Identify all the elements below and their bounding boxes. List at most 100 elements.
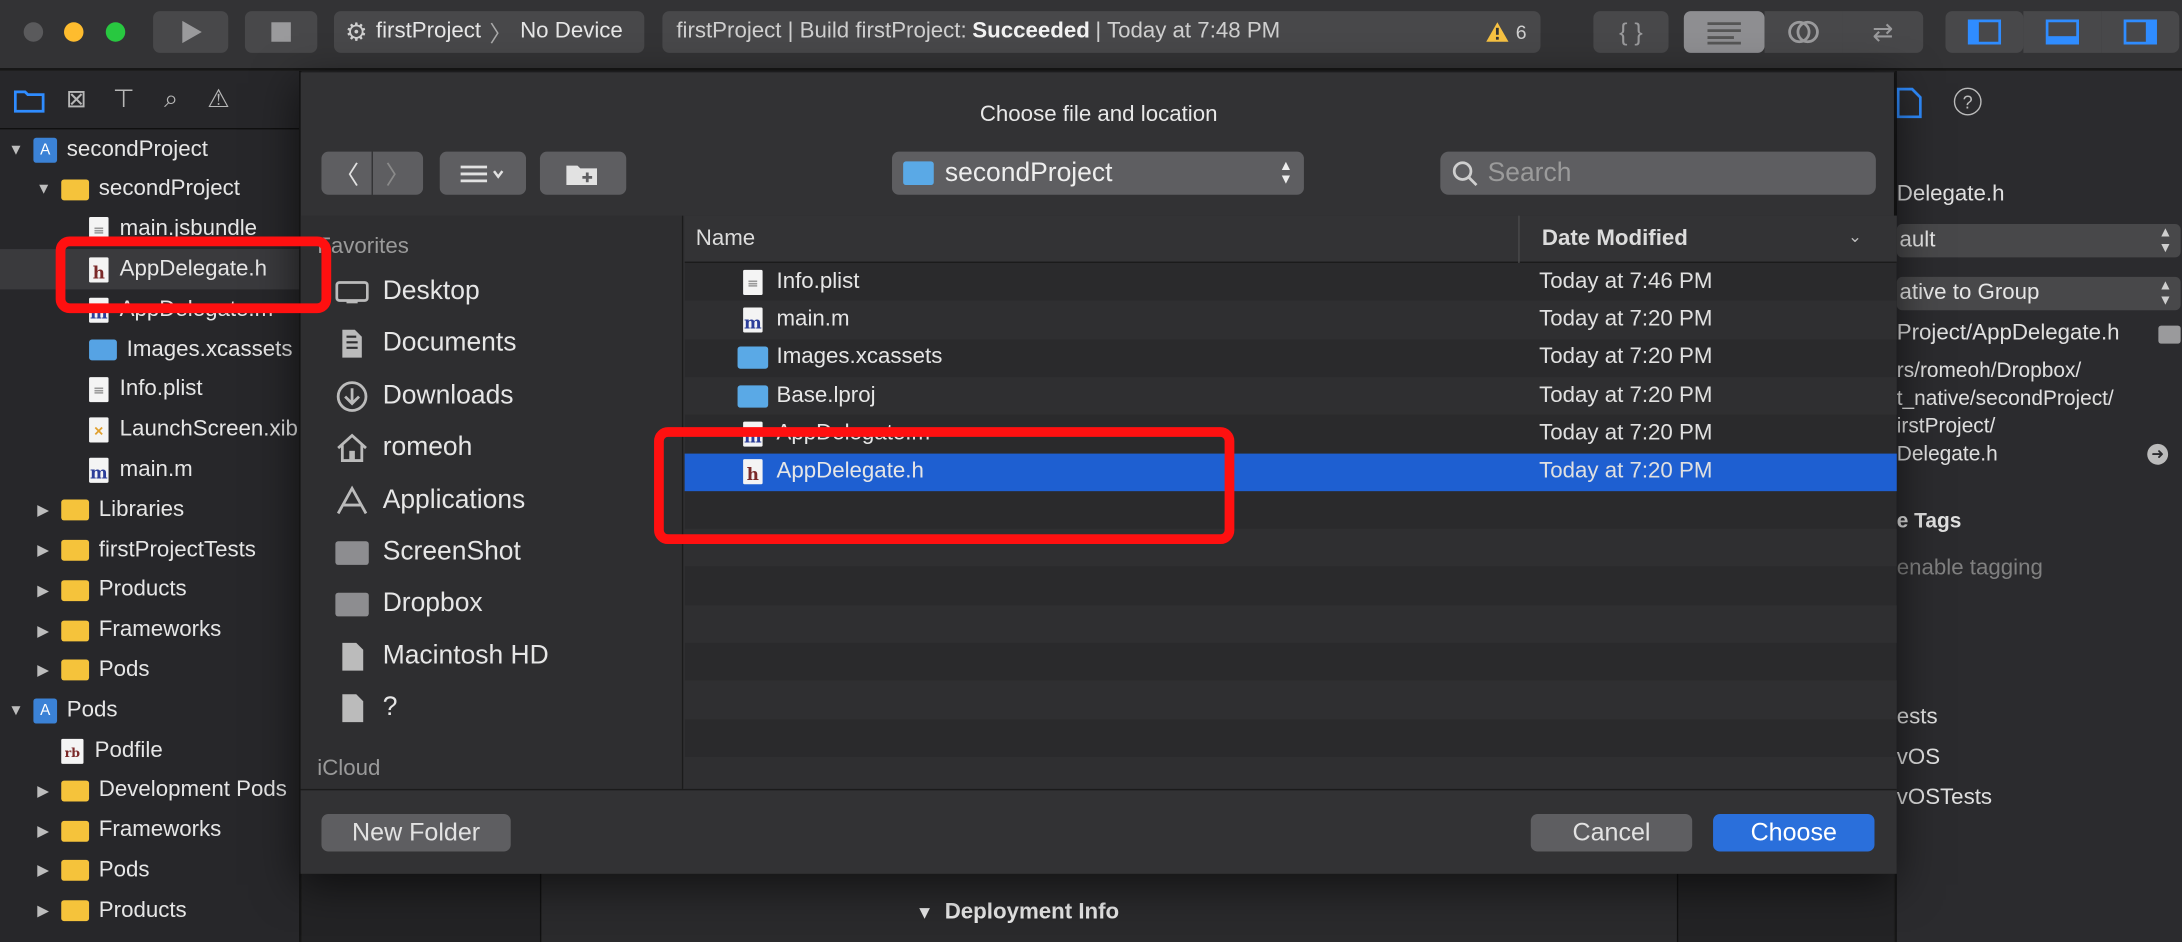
- navigator-item[interactable]: ▶ firstProjectTests: [0, 530, 301, 570]
- sidebar-item[interactable]: Documents: [334, 321, 516, 368]
- file-row[interactable]: Base.lproj Today at 7:20 PM: [684, 376, 1897, 415]
- disclosure-open-icon[interactable]: ▼: [36, 181, 51, 198]
- hierarchy-icon[interactable]: ⊤: [106, 81, 142, 117]
- inspector-full-path-2: t_native/secondProject/: [1896, 386, 2114, 411]
- inspector-target-1[interactable]: ests: [1897, 705, 1938, 730]
- file-row[interactable]: ≡ Info.plist Today at 7:46 PM: [685, 263, 1897, 301]
- disclosure-open-icon[interactable]: ▼: [8, 141, 23, 158]
- sidebar-item-label: Desktop: [382, 276, 480, 307]
- navigator-item-label: Frameworks: [98, 818, 222, 842]
- disclosure-closed-icon[interactable]: ▶: [36, 902, 50, 920]
- zoom-window-button[interactable]: [105, 22, 126, 42]
- navigator-item[interactable]: ▶ Frameworks: [0, 811, 301, 851]
- navigator-item[interactable]: ▶ Libraries: [0, 490, 301, 530]
- forward-button[interactable]: 〉: [372, 151, 424, 195]
- file-date: Today at 7:20 PM: [1539, 383, 1713, 408]
- back-button[interactable]: 〈: [321, 151, 372, 195]
- quick-help-icon[interactable]: ?: [1953, 87, 1982, 116]
- inspector-tags-placeholder[interactable]: enable tagging: [1897, 557, 2043, 582]
- disclosure-open-icon[interactable]: ▼: [8, 702, 23, 719]
- sort-chevron-icon[interactable]: ⌄: [1848, 227, 1862, 246]
- sidebar-item[interactable]: romeoh: [334, 425, 472, 472]
- sidebar-item[interactable]: ScreenShot: [334, 529, 521, 576]
- version-editor-button[interactable]: ⇄: [1842, 11, 1924, 53]
- column-name-header[interactable]: Name: [696, 227, 755, 252]
- close-window-button[interactable]: [23, 22, 44, 42]
- navigator-item[interactable]: ≡ Info.plist: [0, 370, 301, 410]
- toggle-debug-button[interactable]: [2023, 11, 2102, 53]
- updown-chevron-icon: ▲ ▼: [2158, 225, 2173, 257]
- view-options-button[interactable]: [439, 151, 527, 195]
- disclosure-closed-icon[interactable]: ▶: [36, 661, 50, 680]
- stop-button[interactable]: [244, 11, 318, 53]
- disclosure-closed-icon[interactable]: ▶: [36, 862, 50, 880]
- folder-icon: [61, 539, 90, 561]
- disclosure-closed-icon[interactable]: ▶: [36, 822, 50, 840]
- issue-icon[interactable]: ⚠: [200, 81, 236, 117]
- reveal-arrow-icon[interactable]: ➜: [2147, 443, 2169, 465]
- sidebar-item[interactable]: Macintosh HD: [334, 633, 549, 680]
- inspector-target-2[interactable]: vOS: [1897, 746, 1940, 771]
- documents-icon: [334, 328, 370, 361]
- navigator-item[interactable]: ▼ secondProject: [0, 169, 301, 209]
- search-icon[interactable]: ⌕: [153, 81, 189, 117]
- empty-row: [684, 604, 1897, 643]
- navigator-item[interactable]: ▶ Pods: [0, 650, 301, 690]
- navigator-item[interactable]: ▶ Products: [0, 891, 301, 931]
- run-button[interactable]: [153, 11, 229, 53]
- new-folder-button[interactable]: New Folder: [321, 813, 511, 852]
- file-list-header: Name Date Modified ⌄: [684, 215, 1897, 263]
- column-date-header[interactable]: Date Modified: [1542, 227, 1688, 252]
- choose-button[interactable]: Choose: [1713, 813, 1875, 852]
- new-folder-toolbar-button[interactable]: [539, 151, 627, 195]
- assistant-editor-button[interactable]: [1764, 11, 1843, 53]
- sidebar-item[interactable]: ?: [334, 685, 397, 732]
- disclosure-closed-icon[interactable]: ▶: [36, 621, 50, 640]
- cancel-button[interactable]: Cancel: [1530, 813, 1693, 852]
- sidebar-item[interactable]: Dropbox: [334, 581, 483, 628]
- location-popup[interactable]: secondProject ▲ ▼: [892, 151, 1304, 195]
- standard-editor-button[interactable]: [1683, 11, 1765, 53]
- inspector-target-3[interactable]: vOSTests: [1897, 786, 1992, 811]
- navigator-item[interactable]: m main.m: [0, 450, 301, 490]
- file-row[interactable]: Images.xcassets Today at 7:20 PM: [685, 339, 1897, 377]
- deployment-info-section[interactable]: ▼ Deployment Info: [916, 900, 1119, 925]
- disclosure-closed-icon[interactable]: ▶: [36, 782, 50, 800]
- sidebar-item[interactable]: Applications: [334, 477, 525, 524]
- scheme-selector[interactable]: ⚙ firstProject 〉 No Device: [333, 11, 645, 53]
- toggle-inspector-button[interactable]: [2101, 11, 2180, 53]
- inspector-location-select[interactable]: ative to Group ▲ ▼: [1896, 276, 2181, 311]
- navigator-item[interactable]: rb Podfile: [0, 730, 301, 770]
- navigator-item[interactable]: ✕ LaunchScreen.xib: [0, 410, 301, 450]
- inspector-tags-title: e Tags: [1896, 509, 1962, 533]
- file-inspector-tab-icon[interactable]: [1896, 87, 1922, 126]
- braces-icon: { }: [1619, 17, 1643, 46]
- navigator-item[interactable]: ▶ Development Pods: [0, 771, 301, 811]
- sidebar-item[interactable]: Downloads: [334, 373, 514, 420]
- navigator-item[interactable]: ▼ A Pods: [0, 690, 301, 730]
- folder-icon[interactable]: [2158, 325, 2181, 344]
- disclosure-closed-icon[interactable]: ▶: [36, 541, 50, 560]
- file-row[interactable]: m main.m Today at 7:20 PM: [684, 300, 1897, 339]
- navigator-item[interactable]: ▼ AsecondProject: [0, 129, 301, 169]
- disclosure-closed-icon[interactable]: ▶: [36, 501, 50, 520]
- source-control-icon[interactable]: ⊠: [58, 81, 94, 117]
- navigator-item[interactable]: ▶ Products: [0, 570, 301, 610]
- navigator-item[interactable]: Images.xcassets: [0, 330, 301, 370]
- search-field[interactable]: Search: [1440, 151, 1876, 195]
- disclosure-closed-icon[interactable]: ▶: [36, 581, 50, 600]
- folder-icon[interactable]: [11, 81, 47, 117]
- library-button[interactable]: { }: [1593, 11, 1669, 53]
- folder-icon: [61, 660, 90, 681]
- xib-file-icon: ✕: [89, 417, 109, 443]
- inspector-type-select[interactable]: ault ▲ ▼: [1896, 224, 2181, 258]
- toggle-navigator-button[interactable]: [1945, 11, 2024, 53]
- minimize-window-button[interactable]: [64, 22, 84, 42]
- file-date: Today at 7:20 PM: [1539, 307, 1713, 332]
- highlight-dialog-appdelegate: [654, 427, 1235, 545]
- navigator-item[interactable]: ▶ Frameworks: [0, 610, 301, 650]
- navigator-item[interactable]: ▶ Pods: [0, 851, 301, 891]
- scheme-project: firstProject: [375, 19, 482, 44]
- sidebar-item[interactable]: Desktop: [334, 269, 480, 316]
- warning-indicator[interactable]: 6: [1485, 21, 1527, 43]
